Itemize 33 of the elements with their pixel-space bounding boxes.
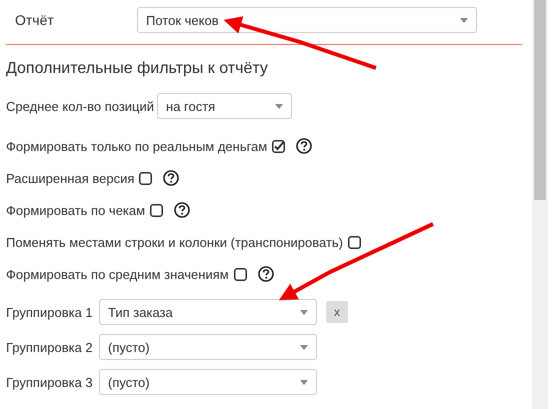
scrollbar[interactable] <box>532 0 548 409</box>
option-label: Расширенная версия <box>6 170 134 186</box>
field-label: Среднее кол-во позиций <box>6 98 154 114</box>
grouping-label: Группировка 1 <box>6 304 94 320</box>
checkbox[interactable] <box>234 268 247 280</box>
option-label: Формировать по чекам <box>6 202 146 218</box>
option-label: Поменять местами строки и колонки (транспонировать) <box>6 234 343 250</box>
option-label: Формировать по средним значениям <box>6 266 229 282</box>
help-icon[interactable] <box>296 138 312 154</box>
report-dropdown[interactable]: Поток чеков <box>137 7 477 33</box>
grouping-dropdown[interactable]: Тип заказа <box>99 299 317 325</box>
caret-icon <box>300 344 308 350</box>
clear-button[interactable]: x <box>326 301 348 323</box>
grouping-dropdown[interactable]: (пусто) <box>99 334 317 360</box>
section-heading: Дополнительные фильтры к отчёту <box>6 60 269 78</box>
help-icon[interactable] <box>174 202 190 218</box>
grouping-label: Группировка 3 <box>6 374 94 390</box>
checkbox[interactable] <box>348 236 361 248</box>
checkbox[interactable] <box>150 204 164 216</box>
grouping-dropdown[interactable]: (пусто) <box>99 369 317 395</box>
caret-icon <box>300 380 308 384</box>
scrollbar-thumb[interactable] <box>534 0 546 200</box>
average-dropdown[interactable]: на гостя <box>157 93 292 119</box>
checkbox[interactable] <box>139 172 152 184</box>
help-icon[interactable] <box>163 170 180 186</box>
caret-icon <box>300 310 308 314</box>
caret-icon <box>460 18 468 22</box>
checked-checkbox[interactable] <box>272 140 286 152</box>
report-label: Отчёт <box>14 12 55 28</box>
caret-icon <box>275 104 284 108</box>
grouping-label: Группировка 2 <box>6 340 94 354</box>
help-icon[interactable] <box>258 266 274 282</box>
option-label: Формировать только по реальным деньгам <box>6 138 268 154</box>
